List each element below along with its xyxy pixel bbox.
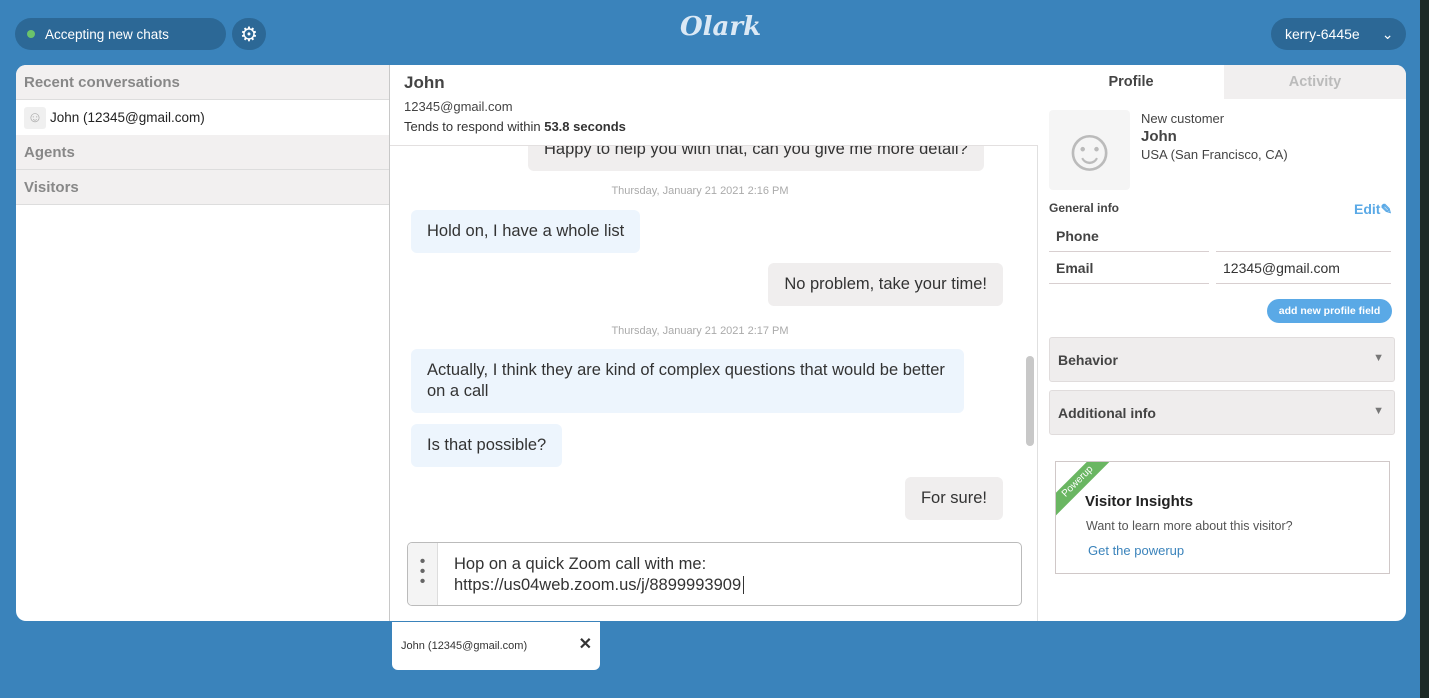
close-icon[interactable]: ✕	[579, 634, 592, 654]
insights-text: Want to learn more about this visitor?	[1086, 519, 1293, 533]
chat-tab[interactable]: John (12345@gmail.com) ✕	[392, 622, 600, 670]
caret-down-icon: ▼	[1373, 405, 1384, 417]
profile-location: USA (San Francisco, CA)	[1141, 147, 1288, 162]
behavior-section[interactable]: Behavior ▼	[1049, 337, 1395, 382]
profile-name: John	[1141, 128, 1177, 145]
visitors-header[interactable]: Visitors	[16, 170, 389, 205]
timestamp: Thursday, January 21 2021 2:17 PM	[611, 325, 789, 337]
general-info-label: General info	[1049, 201, 1120, 215]
get-powerup-link[interactable]: Get the powerup	[1088, 543, 1184, 558]
message-visitor: Hold on, I have a whole list	[411, 210, 641, 253]
chat-pane: John 12345@gmail.com Tends to respond wi…	[390, 65, 1038, 621]
add-profile-field-button[interactable]: add new profile field	[1267, 299, 1392, 323]
message-operator: No problem, take your time!	[768, 263, 1003, 306]
conversation-label: John (12345@gmail.com)	[50, 110, 205, 125]
scrollbar[interactable]	[1026, 356, 1034, 446]
availability-status-button[interactable]: Accepting new chats	[15, 18, 226, 50]
message-input[interactable]: • • • Hop on a quick Zoom call with me: htt…	[407, 542, 1022, 606]
conversation-item[interactable]: ☺ John (12345@gmail.com)	[16, 100, 389, 135]
tab-activity[interactable]: Activity	[1224, 65, 1406, 99]
message-visitor: Actually, I think they are kind of compl…	[411, 349, 964, 413]
edit-button[interactable]: Edit✎	[1354, 201, 1392, 218]
additional-info-section[interactable]: Additional info ▼	[1049, 390, 1395, 435]
insights-title: Visitor Insights	[1085, 493, 1194, 510]
caret-down-icon: ▼	[1373, 352, 1384, 364]
email-value[interactable]: 12345@gmail.com	[1216, 252, 1391, 284]
message-operator: Happy to help you with that, can you giv…	[528, 146, 984, 171]
main-panel: Recent conversations ☺ John (12345@gmail.…	[16, 65, 1406, 621]
recent-conversations-header[interactable]: Recent conversations	[16, 65, 389, 100]
chevron-down-icon: ⌄	[1381, 25, 1394, 42]
visitor-email: 12345@gmail.com	[404, 99, 513, 114]
more-options-icon[interactable]: • • •	[408, 543, 438, 605]
visitor-name: John	[404, 73, 445, 92]
background-window	[1420, 0, 1429, 698]
olark-logo: Olark	[680, 12, 762, 42]
chat-header: John 12345@gmail.com Tends to respond wi…	[390, 65, 1038, 146]
powerup-ribbon: Powerup	[1056, 462, 1120, 524]
message-visitor: Is that possible?	[411, 424, 563, 467]
chat-tab-label: John (12345@gmail.com)	[401, 640, 528, 652]
status-dot	[27, 30, 35, 38]
username: kerry-6445e	[1285, 26, 1360, 42]
gear-icon[interactable]: ⚙	[232, 18, 266, 50]
user-menu-button[interactable]: kerry-6445e ⌄	[1271, 18, 1406, 50]
sidebar: Recent conversations ☺ John (12345@gmail.…	[16, 65, 390, 621]
message-list: Happy to help you with that, can you giv…	[390, 146, 1038, 536]
visitor-avatar-icon: ☺	[1049, 110, 1130, 190]
response-time: Tends to respond within 53.8 seconds	[404, 119, 626, 134]
phone-value[interactable]	[1216, 220, 1391, 252]
customer-type: New customer	[1141, 111, 1225, 126]
phone-label: Phone	[1049, 220, 1209, 252]
visitor-details: Profile Activity ☺ New customer John USA…	[1038, 65, 1406, 621]
status-label: Accepting new chats	[45, 26, 169, 42]
timestamp: Thursday, January 21 2021 2:16 PM	[611, 185, 789, 197]
pencil-icon: ✎	[1380, 201, 1393, 217]
visitor-insights-card: Powerup Visitor Insights Want to learn m…	[1055, 461, 1390, 574]
tab-profile[interactable]: Profile	[1038, 65, 1224, 99]
email-label: Email	[1049, 252, 1209, 284]
message-input-text[interactable]: Hop on a quick Zoom call with me: https:/…	[454, 554, 745, 596]
agents-header[interactable]: Agents	[16, 135, 389, 170]
message-operator: For sure!	[904, 477, 1003, 520]
avatar-icon: ☺	[24, 106, 46, 129]
